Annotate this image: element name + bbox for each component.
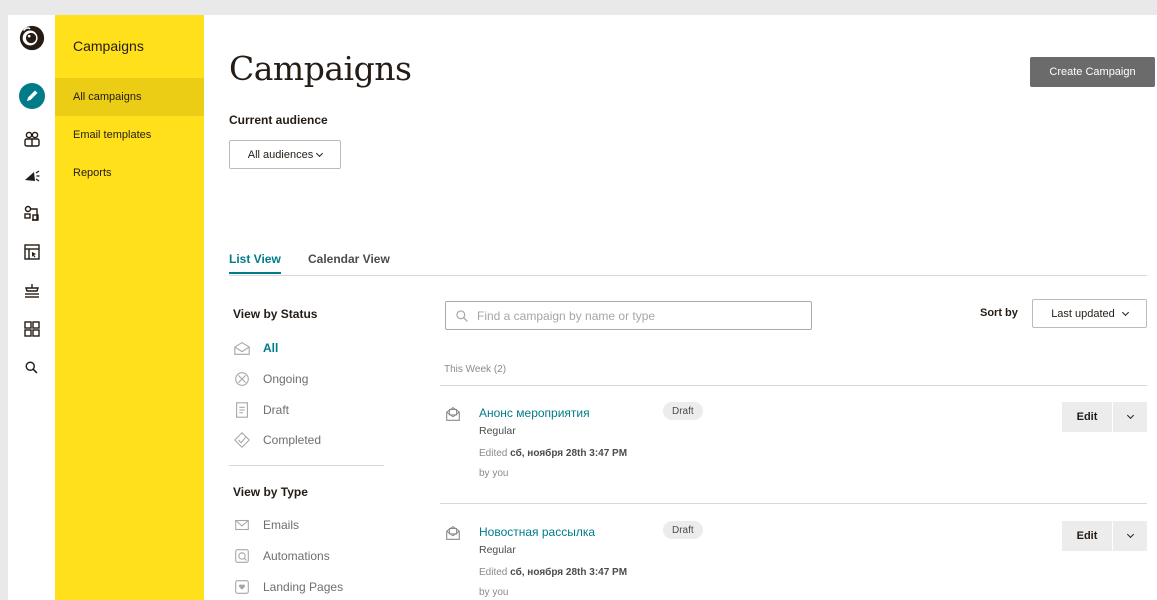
integrations-icon[interactable] [8,275,55,307]
edit-button[interactable]: Edit [1062,402,1112,432]
subnav-title: Campaigns [73,38,144,54]
landing-page-icon [235,580,249,594]
list-divider [440,385,1147,386]
campaign-email-icon[interactable] [444,524,462,542]
audience-dropdown[interactable]: All audiences [229,140,341,169]
website-icon[interactable] [8,236,55,268]
campaign-row: Новостная рассылка Draft Regular Edited … [440,520,1147,600]
audience-dropdown-value: All audiences [247,148,314,161]
automation-icon[interactable] [8,198,55,230]
all-campaigns-icon [234,341,250,355]
main-content: Campaigns Create Campaign Current audien… [204,15,1157,600]
chevron-down-icon [1121,308,1129,316]
filter-label: All [263,341,279,355]
search-icon[interactable] [8,351,55,383]
filter-type-emails[interactable]: Emails [233,514,299,536]
tab-list-view[interactable]: List View [229,252,281,274]
edit-button[interactable]: Edit [1062,521,1112,551]
filter-label: Emails [263,518,300,532]
chevron-down-icon [316,149,324,157]
campaign-author: by you [479,468,509,479]
grid-icon[interactable] [8,313,55,345]
campaign-row: Анонс мероприятия Draft Regular Edited с… [440,401,1147,506]
filter-status-completed[interactable]: Completed [233,429,321,451]
view-tabs: List View Calendar View [229,252,1147,276]
page-title: Campaigns [229,49,412,88]
campaign-edited: Edited сб, ноября 28th 3:47 PM [479,567,627,578]
search-icon [456,309,468,322]
view-by-status-heading: View by Status [233,307,318,321]
campaign-type: Regular [479,544,516,556]
pencil-icon[interactable] [8,80,55,112]
view-by-type-heading: View by Type [233,485,308,499]
edited-date: сб, ноября 28th 3:47 PM [510,448,628,459]
filter-status-ongoing[interactable]: Ongoing [233,368,308,390]
edited-date: сб, ноября 28th 3:47 PM [510,567,628,578]
icon-rail [8,15,55,600]
ongoing-icon [235,372,249,386]
chevron-down-icon [1126,530,1134,539]
filter-type-automations[interactable]: Automations [233,545,330,567]
create-campaign-button[interactable]: Create Campaign [1030,57,1155,87]
campaign-type: Regular [479,425,516,437]
campaigns-subnav: Campaigns All campaigns Email templates … [55,15,204,600]
campaign-name-link[interactable]: Анонс мероприятия [479,406,590,420]
subnav-item-reports[interactable]: Reports [55,154,204,192]
search-input[interactable] [477,308,797,323]
campaign-edited: Edited сб, ноября 28th 3:47 PM [479,448,627,459]
more-actions-button[interactable] [1113,402,1147,432]
filter-label: Draft [263,403,290,417]
campaign-email-icon[interactable] [444,405,462,423]
sort-by-label: Sort by [980,307,1018,319]
filter-status-all[interactable]: All [233,337,278,359]
sort-dropdown-value: Last updated [1051,307,1115,320]
status-badge: Draft [663,402,703,420]
filter-status-draft[interactable]: Draft [233,399,289,421]
sort-dropdown[interactable]: Last updated [1032,299,1147,328]
draft-icon [236,402,248,418]
megaphone-icon[interactable] [8,160,55,192]
campaign-search[interactable] [445,301,812,330]
tab-calendar-view[interactable]: Calendar View [308,252,390,272]
filter-divider [229,465,384,466]
filter-label: Landing Pages [263,580,344,594]
edited-prefix: Edited [479,567,508,578]
list-divider [440,503,1147,504]
current-audience-label: Current audience [229,113,328,127]
subnav-item-email-templates[interactable]: Email templates [55,116,204,154]
mailchimp-logo-icon[interactable] [8,18,55,58]
audience-icon[interactable] [8,123,55,155]
status-badge: Draft [663,521,703,539]
group-label-this-week: This Week (2) [444,364,507,375]
completed-icon [234,432,250,448]
chevron-down-icon [1126,411,1134,420]
filter-label: Ongoing [263,372,309,386]
edited-prefix: Edited [479,448,508,459]
automations-icon [235,549,249,563]
subnav-item-all-campaigns[interactable]: All campaigns [55,78,204,116]
more-actions-button[interactable] [1113,521,1147,551]
campaign-name-link[interactable]: Новостная рассылка [479,525,595,539]
filter-label: Completed [263,433,322,447]
filter-label: Automations [263,549,330,563]
filter-type-landing-pages[interactable]: Landing Pages [233,576,343,598]
app-window: Campaigns All campaigns Email templates … [8,15,1157,600]
email-icon [235,519,249,531]
campaign-author: by you [479,587,509,598]
